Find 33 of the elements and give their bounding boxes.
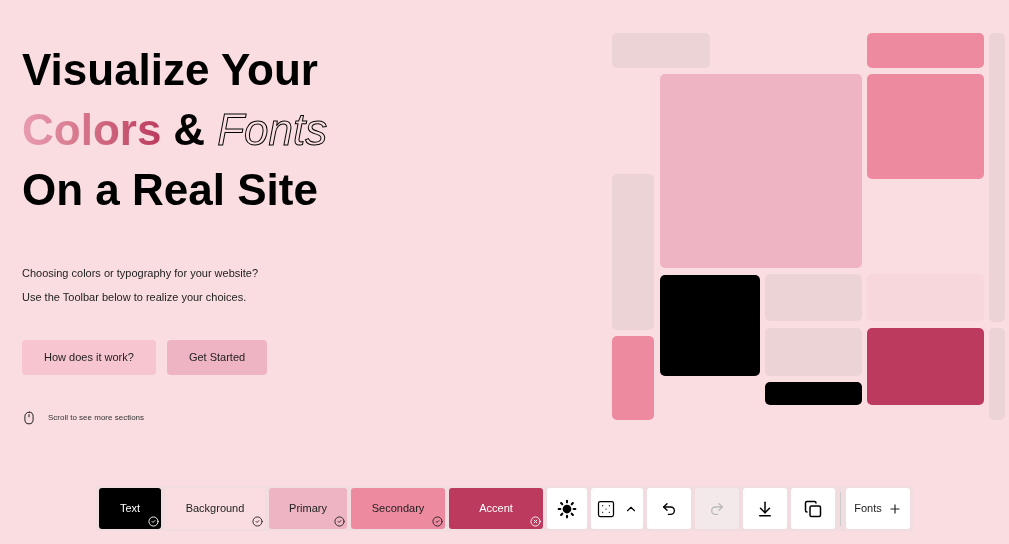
color-swatch[interactable]: Secondary [351,488,445,529]
check-circle-icon [334,516,345,527]
headline-text: Fonts [217,108,328,152]
color-swatch[interactable]: Text [99,488,161,529]
tool-button[interactable] [743,488,787,529]
redo-icon [709,500,725,517]
headline-text: On a Real Site [22,168,318,212]
check-circle-icon [252,516,263,527]
headline-text: Visualize Your [22,48,318,92]
color-swatch[interactable]: Background [165,488,265,529]
mouse-icon [22,411,36,425]
color-swatch[interactable]: Accent [449,488,543,529]
x-circle-icon [530,516,541,527]
check-circle-icon [432,516,443,527]
plus-icon [887,501,902,516]
download-icon [756,499,774,518]
tool-button[interactable] [547,488,587,529]
scroll-hint: Scroll to see more sections [48,412,145,424]
fonts-button[interactable]: Fonts [846,488,910,529]
tool-button[interactable] [591,488,643,529]
sun-icon [557,498,577,519]
check-circle-icon [148,516,159,527]
copy-icon [804,499,822,518]
tool-button[interactable] [791,488,835,529]
hero-button[interactable]: How does it work? [22,340,156,375]
dice-icon [596,498,616,519]
tool-button[interactable] [647,488,691,529]
hero-button[interactable]: Get Started [166,340,268,375]
headline-text: & [173,108,206,152]
intro-text: Choosing colors or typography for your website? [22,266,259,280]
intro-text: Use the Toolbar below to realize your choices. [22,290,248,304]
undo-icon [661,500,677,517]
color-swatch[interactable]: Primary [269,488,347,529]
